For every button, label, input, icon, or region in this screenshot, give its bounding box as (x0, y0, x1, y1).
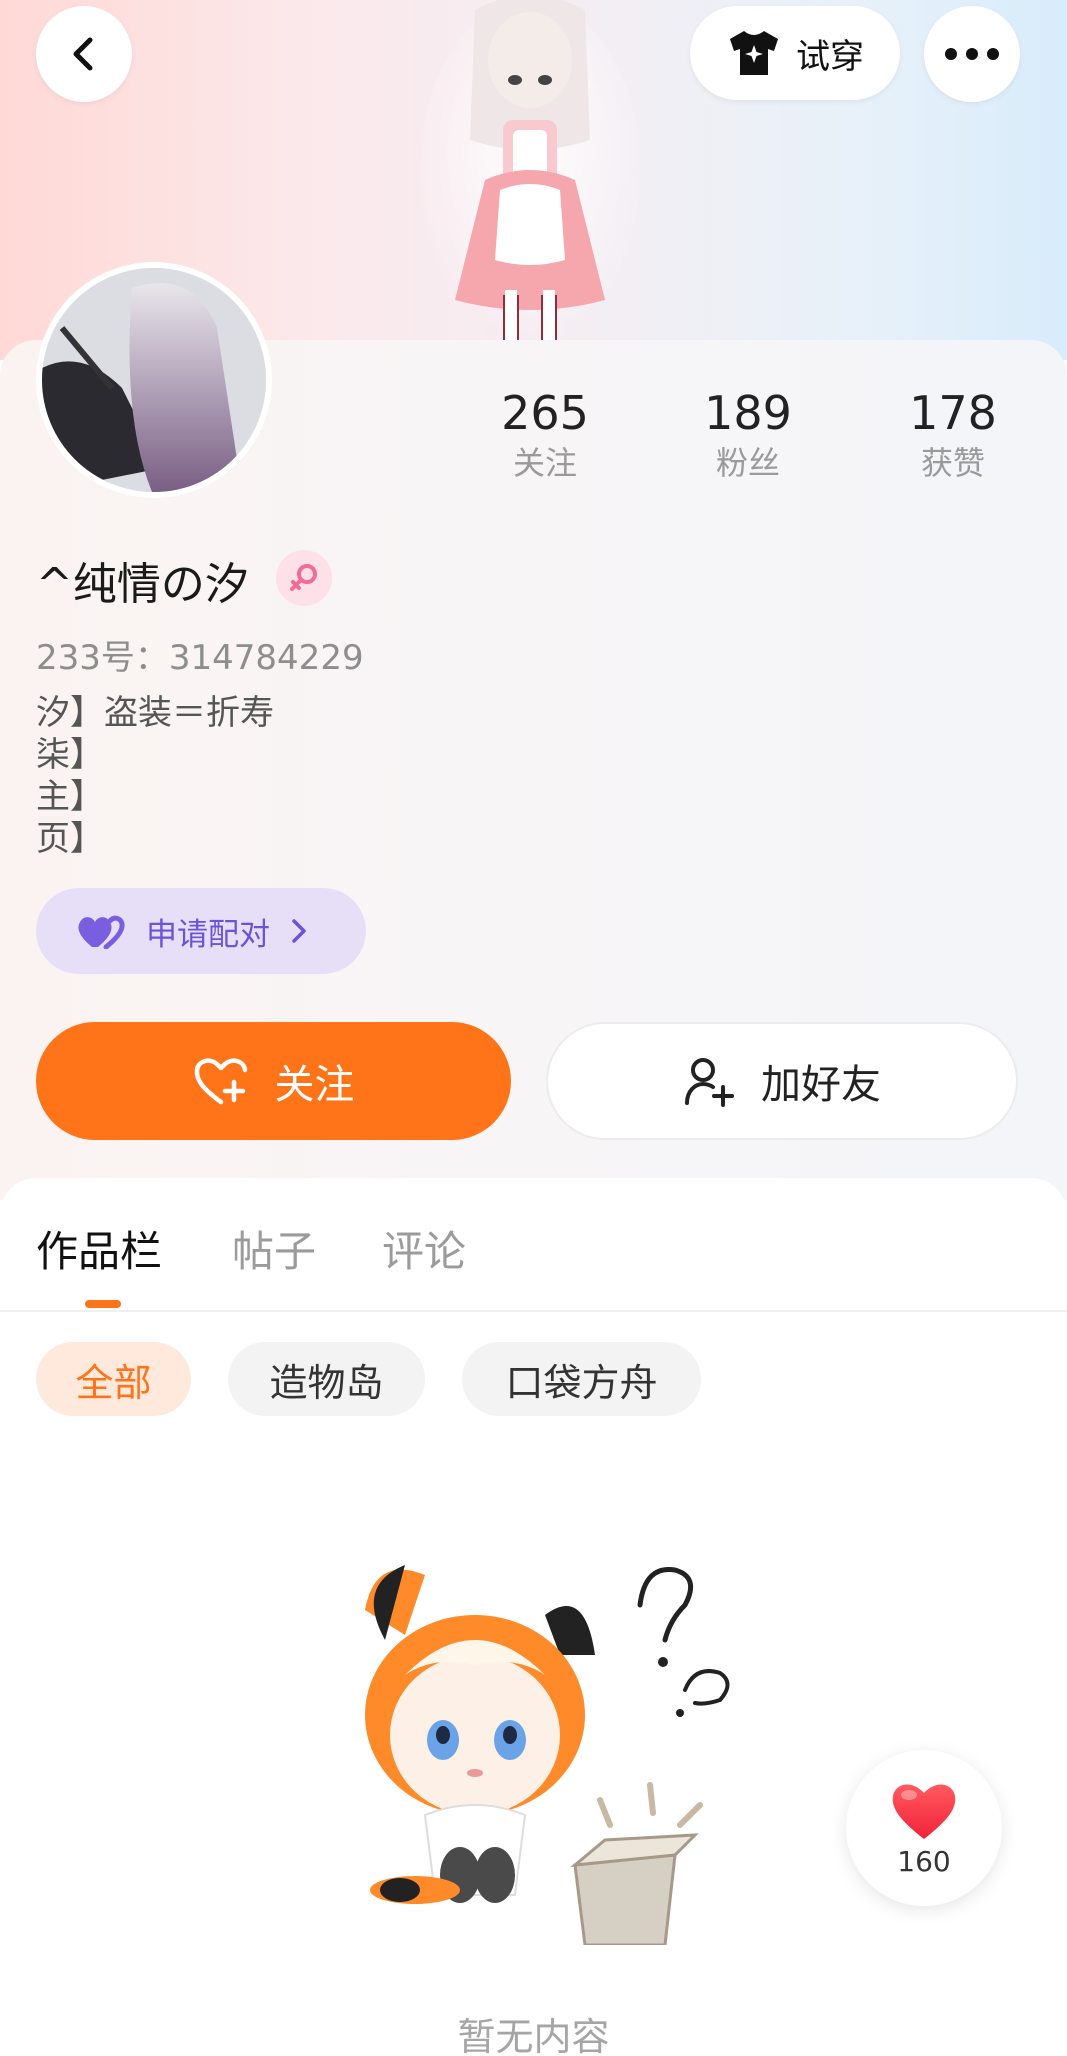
avatar-image (42, 268, 266, 492)
follow-button[interactable]: 关注 (36, 1022, 511, 1140)
stat-likes[interactable]: 178 获赞 (873, 385, 1033, 485)
stat-following-label: 关注 (512, 444, 577, 482)
double-heart-icon (78, 915, 125, 949)
try-on-button[interactable]: 试穿 (690, 6, 900, 100)
tab-posts[interactable]: 帖子 (232, 1218, 316, 1279)
tab-comments[interactable]: 评论 (382, 1218, 466, 1279)
heart-icon (892, 1784, 956, 1839)
stat-fans[interactable]: 189 粉丝 (668, 385, 828, 485)
bio-line: 汐】盗装＝折寿 (36, 693, 274, 733)
empty-state-text: 暂无内容 (457, 2015, 610, 2056)
user-id: 233号：314784229 (36, 638, 364, 678)
nickname: ^纯情の汐 (36, 559, 249, 610)
stat-likes-value: 178 (909, 386, 997, 440)
like-float-button[interactable]: 160 (846, 1750, 1002, 1906)
apply-pair-button[interactable]: 申请配对 (36, 888, 366, 974)
add-user-icon (685, 1058, 734, 1107)
heart-plus-icon (194, 1058, 247, 1105)
stat-fans-label: 粉丝 (715, 444, 780, 482)
bio-line: 页】 (36, 819, 104, 859)
stat-following-value: 265 (501, 386, 589, 440)
back-button[interactable] (36, 6, 132, 102)
tab-indicator (85, 1300, 121, 1308)
apply-pair-label: 申请配对 (146, 916, 270, 953)
bio-line: 主】 (36, 777, 104, 817)
bio-line: 柒】 (36, 735, 104, 775)
filter-all[interactable]: 全部 (36, 1342, 191, 1416)
female-icon (290, 564, 317, 591)
follow-label: 关注 (274, 1062, 355, 1108)
tab-works[interactable]: 作品栏 (36, 1218, 162, 1279)
chevron-right-icon (292, 919, 306, 943)
add-friend-button[interactable]: 加好友 (546, 1022, 1018, 1140)
stat-following[interactable]: 265 关注 (465, 385, 625, 485)
filter-pocket-ark[interactable]: 口袋方舟 (462, 1342, 701, 1416)
avatar[interactable] (36, 262, 272, 498)
tab-divider (0, 1310, 1067, 1312)
more-icon (945, 48, 999, 60)
empty-state-illustration (365, 1565, 730, 1945)
stat-likes-label: 获赞 (920, 444, 985, 482)
character-figure (420, 0, 640, 340)
more-button[interactable] (924, 6, 1020, 102)
add-friend-label: 加好友 (761, 1062, 881, 1108)
filter-creation-island[interactable]: 造物岛 (228, 1342, 425, 1416)
stat-fans-value: 189 (704, 386, 792, 440)
tshirt-icon (730, 31, 778, 75)
bio: 汐】盗装＝折寿 柒】 主】 页】 (36, 692, 274, 860)
like-count: 160 (897, 1844, 951, 1878)
gender-badge (276, 550, 332, 606)
back-arrow-icon (73, 37, 93, 71)
try-on-label: 试穿 (796, 36, 864, 77)
